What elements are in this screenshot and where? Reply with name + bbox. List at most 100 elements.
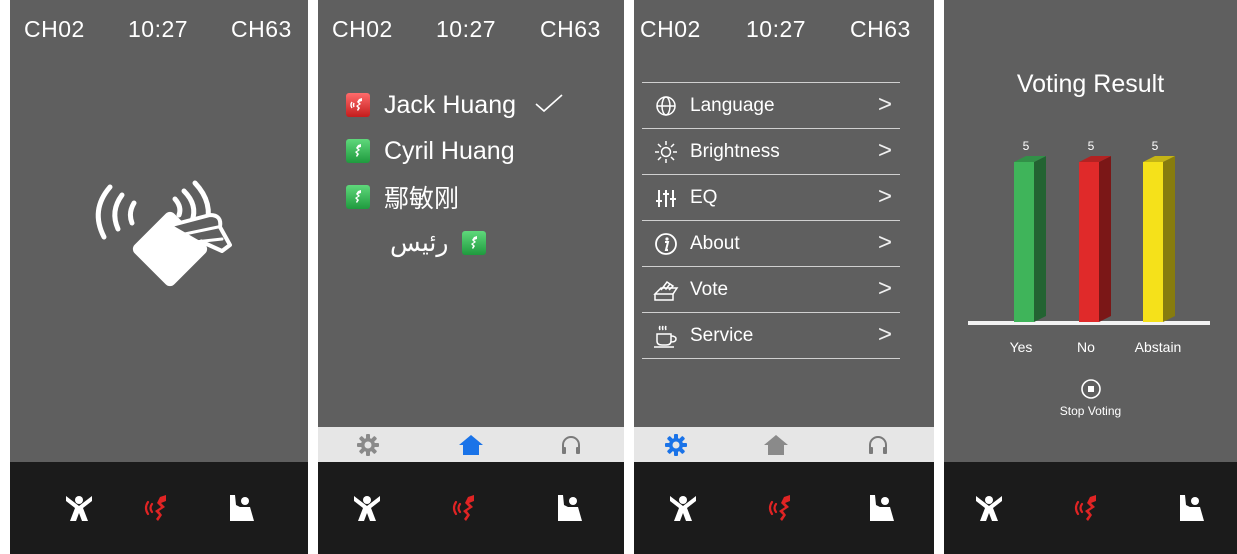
headphones-icon bbox=[869, 435, 887, 454]
menu-item-language[interactable]: Language > bbox=[642, 83, 900, 129]
screen-voting-result: Voting Result 5 Yes 5 No 5 Abstain Stop Votin… bbox=[944, 0, 1237, 554]
arms-up-person-icon bbox=[66, 496, 92, 521]
hand-raise-person-icon bbox=[870, 495, 894, 521]
bottom-bar bbox=[634, 462, 934, 554]
participant-item[interactable]: 鄢敏刚 bbox=[346, 174, 564, 220]
hand-raise-button[interactable] bbox=[206, 462, 276, 554]
arms-up-person-icon bbox=[670, 496, 696, 521]
clock: 10:27 bbox=[746, 16, 807, 42]
right-channel: CH63 bbox=[540, 16, 601, 42]
left-channel: CH02 bbox=[24, 16, 85, 42]
speaking-status-icon bbox=[346, 93, 370, 117]
tab-home[interactable] bbox=[746, 427, 806, 462]
participant-item[interactable]: رئيس bbox=[346, 220, 564, 266]
selected-check-icon bbox=[534, 91, 564, 120]
arms-up-button[interactable] bbox=[332, 462, 402, 554]
stop-voting-label: Stop Voting bbox=[1059, 404, 1122, 418]
home-icon bbox=[459, 434, 483, 455]
participant-list: Jack Huang Cyril Huang 鄢敏刚 رئيس bbox=[346, 82, 564, 266]
nfc-card-tap-icon bbox=[80, 165, 240, 305]
home-icon bbox=[764, 434, 788, 455]
page-title: Voting Result bbox=[1016, 70, 1165, 98]
menu-item-eq[interactable]: EQ > bbox=[642, 175, 900, 221]
stop-voting-button[interactable]: Stop Voting bbox=[944, 378, 1237, 418]
equalizer-sliders-icon bbox=[652, 184, 680, 212]
chevron-right-icon: > bbox=[877, 321, 892, 348]
idle-status-icon bbox=[346, 139, 370, 163]
arms-up-button[interactable] bbox=[954, 462, 1024, 554]
bottom-bar bbox=[944, 462, 1237, 554]
menu-item-vote[interactable]: Vote > bbox=[642, 267, 900, 313]
settings-gear-icon bbox=[357, 433, 379, 456]
chevron-right-icon: > bbox=[877, 91, 892, 118]
ballot-box-icon bbox=[652, 276, 680, 304]
chevron-right-icon: > bbox=[877, 183, 892, 210]
headphones-icon bbox=[562, 435, 580, 454]
speak-button[interactable] bbox=[1054, 462, 1124, 554]
status-bar: CH02 10:27 CH63 bbox=[318, 16, 624, 46]
left-channel: CH02 bbox=[332, 16, 393, 42]
screen-card-tap: CH02 10:27 CH63 bbox=[10, 0, 308, 554]
arms-up-button[interactable] bbox=[648, 462, 718, 554]
speak-button[interactable] bbox=[748, 462, 818, 554]
bottom-bar bbox=[318, 462, 624, 554]
arms-up-person-icon bbox=[976, 496, 1002, 521]
bottom-bar bbox=[10, 462, 308, 554]
hand-raise-button[interactable] bbox=[534, 462, 604, 554]
tab-settings[interactable] bbox=[646, 427, 706, 462]
left-channel: CH02 bbox=[640, 16, 701, 42]
menu-item-brightness[interactable]: Brightness > bbox=[642, 129, 900, 175]
sun-icon bbox=[652, 138, 680, 166]
tab-bar bbox=[318, 427, 624, 462]
settings-menu: Language > Brightness > EQ > About > Vot… bbox=[642, 82, 900, 359]
clock: 10:27 bbox=[436, 16, 497, 42]
participant-name: رئيس bbox=[390, 229, 449, 257]
hand-raise-person-icon bbox=[558, 495, 582, 521]
right-channel: CH63 bbox=[850, 16, 911, 42]
info-icon bbox=[652, 230, 680, 258]
category-label: Yes bbox=[1010, 339, 1033, 355]
menu-item-label: EQ bbox=[690, 186, 718, 208]
participant-name: Cyril Huang bbox=[384, 136, 515, 165]
hand-raise-person-icon bbox=[230, 495, 254, 521]
chevron-right-icon: > bbox=[877, 275, 892, 302]
speaking-mic-icon bbox=[452, 495, 474, 521]
hand-raise-button[interactable] bbox=[1156, 462, 1226, 554]
tab-bar bbox=[634, 427, 934, 462]
tab-home[interactable] bbox=[441, 427, 501, 462]
participant-name: 鄢敏刚 bbox=[384, 185, 460, 213]
coffee-cup-icon bbox=[652, 322, 680, 350]
right-channel: CH63 bbox=[231, 16, 292, 42]
hand-raise-button[interactable] bbox=[846, 462, 916, 554]
arms-up-button[interactable] bbox=[44, 462, 114, 554]
bar-front bbox=[1079, 162, 1099, 322]
screen-settings-menu: CH02 10:27 CH63 Language > Brightness > … bbox=[634, 0, 934, 554]
tab-settings[interactable] bbox=[338, 427, 398, 462]
participant-name: Jack Huang bbox=[384, 90, 517, 119]
voting-bar-chart: 5 Yes 5 No 5 Abstain bbox=[968, 139, 1210, 355]
tab-headphones[interactable] bbox=[541, 427, 601, 462]
speak-button[interactable] bbox=[432, 462, 502, 554]
bar-front bbox=[1143, 162, 1163, 322]
menu-item-about[interactable]: About > bbox=[642, 221, 900, 267]
tab-headphones[interactable] bbox=[848, 427, 908, 462]
participant-item[interactable]: Jack Huang bbox=[346, 82, 564, 128]
stop-record-icon bbox=[1080, 379, 1101, 399]
speaking-mic-icon bbox=[1074, 495, 1096, 521]
status-bar: CH02 10:27 CH63 bbox=[634, 16, 934, 46]
status-bar: CH02 10:27 CH63 bbox=[10, 16, 308, 46]
globe-icon bbox=[652, 92, 680, 120]
participant-item[interactable]: Cyril Huang bbox=[346, 128, 564, 174]
speaking-mic-icon bbox=[144, 495, 166, 521]
data-label: 5 bbox=[1023, 139, 1030, 153]
menu-item-label: Vote bbox=[690, 278, 729, 300]
category-label: Abstain bbox=[1135, 339, 1182, 355]
idle-status-icon bbox=[346, 185, 370, 209]
bar-front bbox=[1014, 162, 1034, 322]
category-label: No bbox=[1077, 339, 1095, 355]
menu-item-service[interactable]: Service > bbox=[642, 313, 900, 359]
arms-up-person-icon bbox=[354, 496, 380, 521]
menu-item-label: Language bbox=[690, 94, 775, 116]
speak-button[interactable] bbox=[124, 462, 194, 554]
hand-raise-person-icon bbox=[1180, 495, 1204, 521]
